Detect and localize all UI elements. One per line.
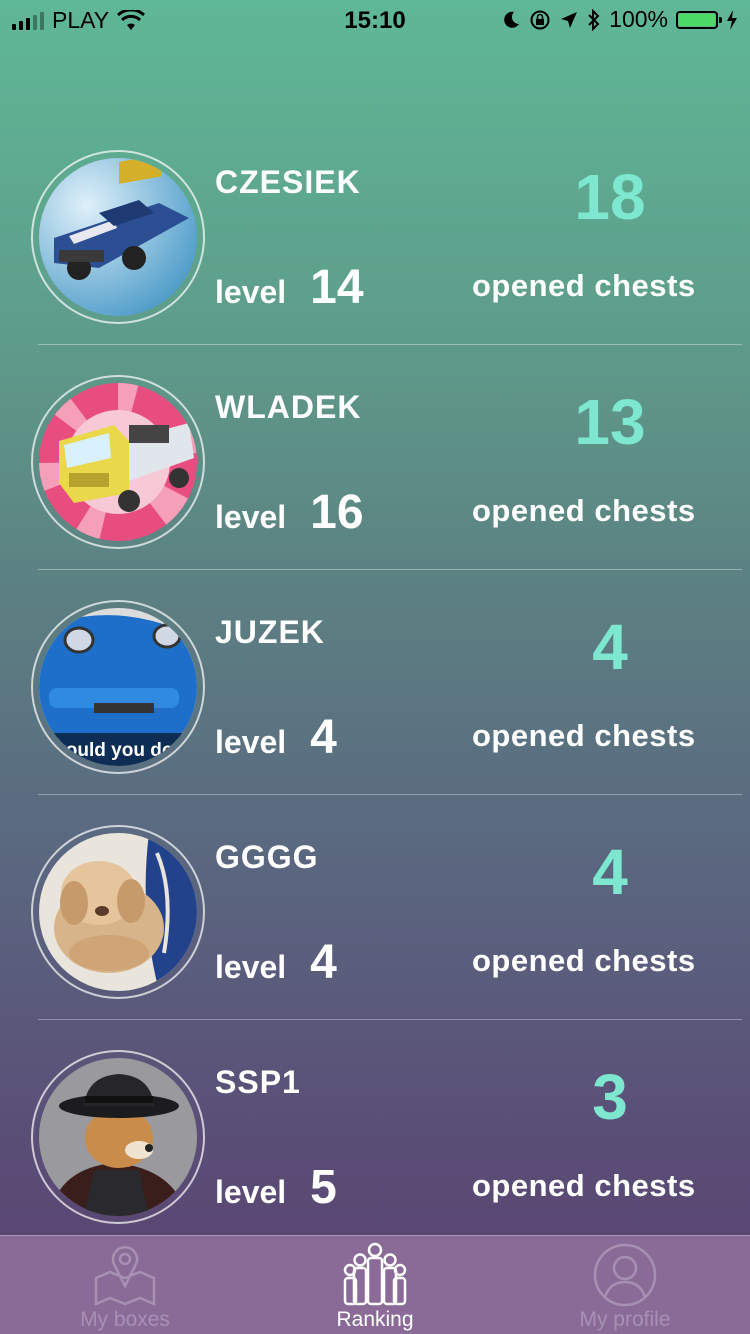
tab-my-boxes[interactable]: My boxes [0,1236,250,1334]
location-arrow-icon [561,11,578,28]
tab-label: My profile [579,1308,671,1331]
ranking-row[interactable]: SSP1 level 5 3 opened chests [0,1020,750,1245]
blue-car-avatar [39,158,197,316]
tab-ranking[interactable]: Ranking [250,1236,500,1334]
player-name: CZESIEK [215,164,361,200]
yellow-truck-avatar [39,383,197,541]
opened-chests-label: opened chests [472,268,696,303]
player-name: GGGG [215,839,319,875]
avatar [31,825,205,999]
people-group-icon [343,1242,407,1306]
opened-chests-label: opened chests [472,1168,696,1203]
opened-chests-label: opened chests [472,493,696,528]
opened-chests-count: 3 [592,1061,628,1133]
map-pin-icon [94,1246,156,1306]
tab-label: My boxes [80,1308,170,1331]
avatar-caption: would you do th [50,740,197,761]
opened-chests-label: opened chests [472,943,696,978]
opened-chests-count: 13 [574,386,646,458]
ranking-row[interactable]: WLADEK level 16 13 opened chests [0,345,750,570]
level-label: level [215,274,287,310]
ranking-list: CZESIEK level 14 18 opened chests WLADEK… [0,120,750,1245]
opened-chests-count: 4 [592,836,628,908]
moon-icon [504,11,520,28]
opened-chests-count: 18 [574,161,646,233]
level-label: level [215,724,287,760]
blue-car-meme-avatar: would you do th [39,608,197,766]
rotation-lock-icon [530,10,550,29]
player-name: SSP1 [215,1064,301,1100]
level-value: 4 [310,936,337,989]
ranking-row[interactable]: would you do th JUZEK level 4 4 opened c… [0,570,750,795]
level-value: 16 [310,486,364,539]
level-value: 5 [310,1161,337,1214]
player-name: WLADEK [215,389,362,425]
puppy-avatar [39,833,197,991]
avatar [31,150,205,324]
player-name: JUZEK [215,614,325,650]
ranking-row[interactable]: GGGG level 4 4 opened chests [0,795,750,1020]
level-label: level [215,499,287,535]
level-label: level [215,949,287,985]
battery-percentage: 100% [609,6,668,32]
dog-in-hat-avatar [39,1058,197,1216]
level-label: level [215,1174,287,1210]
level-value: 14 [310,261,364,314]
tab-bar: My boxes Ranking My profile [0,1235,750,1334]
user-profile-icon [593,1243,657,1307]
bluetooth-icon [588,8,600,31]
status-bar: PLAY 15:10 100% [0,0,750,40]
avatar [31,375,205,549]
battery-icon [676,10,722,29]
opened-chests-count: 4 [592,611,628,683]
avatar [31,1050,205,1224]
charging-bolt-icon [727,9,737,30]
avatar: would you do th [31,600,205,774]
tab-my-profile[interactable]: My profile [500,1236,750,1334]
ranking-row[interactable]: CZESIEK level 14 18 opened chests [0,120,750,345]
level-value: 4 [310,711,337,764]
tab-label: Ranking [336,1308,414,1331]
opened-chests-label: opened chests [472,718,696,753]
